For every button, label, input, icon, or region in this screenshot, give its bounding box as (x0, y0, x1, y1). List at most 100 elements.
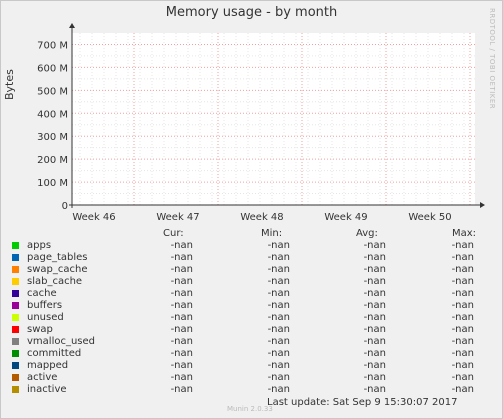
x-tick-labels: Week 46 Week 47 Week 48 Week 49 Week 50 (72, 212, 451, 223)
last-update: Last update: Sat Sep 9 15:30:07 2017 (267, 397, 458, 408)
legend-value-max: -nan (451, 252, 474, 263)
x-tick-label: Week 47 (156, 212, 199, 223)
legend-series-name: unused (27, 312, 64, 323)
legend-value-max: -nan (451, 324, 474, 335)
legend-series-name: inactive (27, 384, 67, 395)
legend-value-min: -nan (267, 288, 290, 299)
legend-row-buffers: buffers -nan -nan -nan -nan (12, 300, 482, 312)
plot-background (72, 33, 475, 205)
legend-value-max: -nan (451, 300, 474, 311)
legend-value-avg: -nan (363, 324, 386, 335)
legend-value-cur: -nan (170, 324, 193, 335)
legend-row-swap: swap -nan -nan -nan -nan (12, 324, 482, 336)
legend-value-min: -nan (267, 240, 290, 251)
legend-series-name: swap (27, 324, 53, 335)
legend-value-cur: -nan (170, 312, 193, 323)
legend-swatch (12, 386, 19, 393)
legend-value-avg: -nan (363, 252, 386, 263)
legend-swatch (12, 254, 19, 261)
legend-value-max: -nan (451, 372, 474, 383)
x-tick-label: Week 46 (72, 212, 115, 223)
legend-value-avg: -nan (363, 372, 386, 383)
legend-swatch (12, 278, 19, 285)
legend-value-avg: -nan (363, 288, 386, 299)
y-tick-label: 700 M (37, 40, 68, 51)
legend-value-min: -nan (267, 252, 290, 263)
x-tick-label: Week 48 (240, 212, 283, 223)
legend-swatch (12, 374, 19, 381)
legend-value-min: -nan (267, 384, 290, 395)
legend-header-min: Min: (261, 228, 283, 239)
legend-row-committed: committed -nan -nan -nan -nan (12, 348, 482, 360)
legend-value-min: -nan (267, 360, 290, 371)
legend-value-avg: -nan (363, 276, 386, 287)
plot-area: 0 100 M 200 M 300 M 400 M 500 M 600 M 700 M Wee… (37, 23, 485, 223)
legend-value-avg: -nan (363, 312, 386, 323)
y-tick-label: 400 M (37, 109, 68, 120)
x-axis-arrow (480, 202, 485, 208)
legend-swatch (12, 290, 19, 297)
legend-header-cur: Cur: (163, 228, 184, 239)
legend-header-max: Max: (452, 228, 477, 239)
legend-value-cur: -nan (170, 336, 193, 347)
legend-value-max: -nan (451, 384, 474, 395)
legend-value-avg: -nan (363, 348, 386, 359)
y-tick-label: 600 M (37, 63, 68, 74)
legend-row-vmalloc_used: vmalloc_used -nan -nan -nan -nan (12, 336, 482, 348)
legend-value-cur: -nan (170, 288, 193, 299)
legend-series-name: swap_cache (27, 264, 88, 275)
legend-value-min: -nan (267, 276, 290, 287)
legend-row-inactive: inactive -nan -nan -nan -nan (12, 384, 482, 396)
legend: apps -nan -nan -nan -nan page_tables -nan -nan -… (12, 240, 482, 396)
legend-value-avg: -nan (363, 384, 386, 395)
legend-value-cur: -nan (170, 300, 193, 311)
legend-value-max: -nan (451, 240, 474, 251)
y-tick-label: 500 M (37, 86, 68, 97)
legend-value-cur: -nan (170, 384, 193, 395)
legend-value-min: -nan (267, 348, 290, 359)
legend-value-max: -nan (451, 348, 474, 359)
legend-value-cur: -nan (170, 372, 193, 383)
legend-value-max: -nan (451, 336, 474, 347)
legend-series-name: page_tables (27, 252, 88, 263)
legend-value-max: -nan (451, 264, 474, 275)
legend-series-name: mapped (27, 360, 69, 371)
legend-value-cur: -nan (170, 360, 193, 371)
legend-series-name: buffers (27, 300, 63, 311)
legend-value-avg: -nan (363, 360, 386, 371)
legend-value-cur: -nan (170, 348, 193, 359)
legend-value-max: -nan (451, 312, 474, 323)
legend-value-min: -nan (267, 300, 290, 311)
y-tick-label: 100 M (37, 178, 68, 189)
legend-value-cur: -nan (170, 240, 193, 251)
legend-series-name: active (27, 372, 58, 383)
legend-swatch (12, 326, 19, 333)
y-tick-labels: 0 100 M 200 M 300 M 400 M 500 M 600 M 700 M (37, 40, 68, 212)
y-tick-label: 300 M (37, 132, 68, 143)
legend-row-slab_cache: slab_cache -nan -nan -nan -nan (12, 276, 482, 288)
legend-value-avg: -nan (363, 264, 386, 275)
legend-swatch (12, 266, 19, 273)
legend-value-avg: -nan (363, 300, 386, 311)
legend-row-cache: cache -nan -nan -nan -nan (12, 288, 482, 300)
legend-row-unused: unused -nan -nan -nan -nan (12, 312, 482, 324)
legend-value-max: -nan (451, 360, 474, 371)
legend-value-min: -nan (267, 336, 290, 347)
legend-row-apps: apps -nan -nan -nan -nan (12, 240, 482, 252)
legend-value-min: -nan (267, 324, 290, 335)
legend-swatch (12, 302, 19, 309)
legend-row-swap_cache: swap_cache -nan -nan -nan -nan (12, 264, 482, 276)
legend-swatch (12, 362, 19, 369)
legend-row-page_tables: page_tables -nan -nan -nan -nan (12, 252, 482, 264)
legend-row-active: active -nan -nan -nan -nan (12, 372, 482, 384)
munin-version: Munin 2.0.33 (227, 405, 273, 413)
legend-row-mapped: mapped -nan -nan -nan -nan (12, 360, 482, 372)
legend-series-name: cache (27, 288, 57, 299)
legend-value-min: -nan (267, 372, 290, 383)
legend-value-max: -nan (451, 288, 474, 299)
y-axis-arrow (69, 23, 75, 28)
legend-series-name: apps (27, 240, 52, 251)
legend-swatch (12, 350, 19, 357)
legend-series-name: slab_cache (27, 276, 83, 287)
y-tick-label: 200 M (37, 155, 68, 166)
